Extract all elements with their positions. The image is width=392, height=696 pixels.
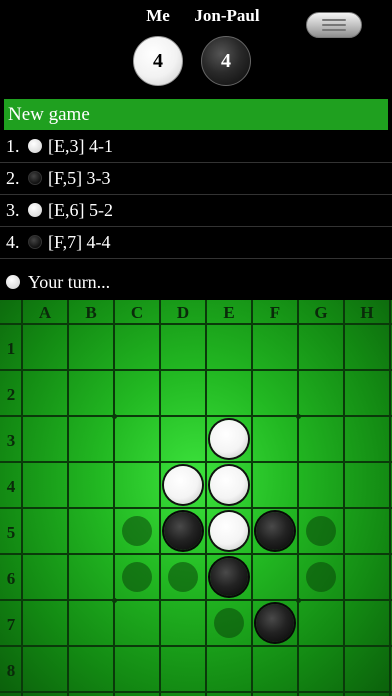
column-label: H <box>360 303 374 322</box>
move-text: [E,3] 4-1 <box>48 136 113 156</box>
grid-line <box>159 300 161 696</box>
move-text: [F,7] 4-4 <box>48 232 111 252</box>
grid-line <box>0 461 392 463</box>
grid-line <box>0 507 392 509</box>
row-label: 5 <box>6 523 16 542</box>
grid-line <box>389 300 391 696</box>
white-piece <box>210 420 248 458</box>
move-history: New game 1. [E,3] 4-1 2. [F,5] 3-3 3. [E… <box>0 96 392 300</box>
board-star-point <box>112 414 117 419</box>
menu-button[interactable] <box>306 12 362 38</box>
hamburger-menu-icon <box>322 19 346 21</box>
board-star-point <box>296 598 301 603</box>
black-piece <box>256 512 294 550</box>
black-piece <box>210 558 248 596</box>
grid-line <box>0 645 392 647</box>
grid-line <box>0 599 392 601</box>
grid-line <box>0 323 392 325</box>
valid-move-hint[interactable] <box>122 562 152 592</box>
grid-line <box>67 300 69 696</box>
move-row[interactable]: 2. [F,5] 3-3 <box>6 163 111 193</box>
white-piece <box>210 512 248 550</box>
row-label: 2 <box>6 385 16 404</box>
move-number: 1. <box>6 136 20 156</box>
board-star-point <box>296 414 301 419</box>
score-header: Me Jon-Paul 4 4 <box>0 0 392 96</box>
new-game-button[interactable]: New game <box>4 99 388 130</box>
move-number: 4. <box>6 232 20 252</box>
column-label: B <box>85 303 97 322</box>
white-disc-icon <box>28 203 42 217</box>
player-me-score: 4 <box>133 36 183 86</box>
game-board[interactable]: A B C D E F G H 1 2 3 4 5 6 7 8 <box>0 300 392 696</box>
grid-line <box>297 300 299 696</box>
grid-line <box>0 369 392 371</box>
black-piece <box>256 604 294 642</box>
valid-move-hint[interactable] <box>306 562 336 592</box>
white-disc-icon <box>28 139 42 153</box>
black-disc-icon <box>28 171 42 185</box>
turn-status-text: Your turn... <box>28 272 111 292</box>
row-label: 1 <box>6 339 16 358</box>
white-piece <box>210 466 248 504</box>
move-number: 3. <box>6 200 20 220</box>
column-label: C <box>130 303 144 322</box>
column-label: G <box>314 303 328 322</box>
valid-move-hint[interactable] <box>122 516 152 546</box>
grid-line <box>0 691 392 693</box>
grid-line <box>0 415 392 417</box>
player-me-name: Me <box>146 6 170 25</box>
column-label: E <box>223 303 235 322</box>
move-text: [E,6] 5-2 <box>48 200 113 220</box>
valid-move-hint[interactable] <box>168 562 198 592</box>
grid-line <box>21 300 23 696</box>
move-row[interactable]: 4. [F,7] 4-4 <box>6 227 111 257</box>
column-label: A <box>38 303 52 322</box>
move-number: 2. <box>6 168 20 188</box>
grid-line <box>251 300 253 696</box>
valid-move-hint[interactable] <box>214 608 244 638</box>
row-label: 8 <box>6 661 16 680</box>
turn-status: Your turn... <box>6 267 110 297</box>
player-opponent-score: 4 <box>201 36 251 86</box>
row-label: 7 <box>6 615 16 634</box>
board-star-point <box>112 598 117 603</box>
move-row[interactable]: 3. [E,6] 5-2 <box>6 195 113 225</box>
white-disc-icon <box>6 275 20 289</box>
grid-line <box>343 300 345 696</box>
black-disc-icon <box>28 235 42 249</box>
row-label: 3 <box>6 431 16 450</box>
valid-move-hint[interactable] <box>306 516 336 546</box>
grid-line <box>0 553 392 555</box>
column-label: D <box>176 303 190 322</box>
move-row[interactable]: 1. [E,3] 4-1 <box>6 131 113 161</box>
grid-line <box>205 300 207 696</box>
move-text: [F,5] 3-3 <box>48 168 111 188</box>
grid-line <box>113 300 115 696</box>
divider <box>0 258 392 259</box>
player-opponent-name: Jon-Paul <box>194 6 260 25</box>
row-label: 6 <box>6 569 16 588</box>
black-piece <box>164 512 202 550</box>
row-label: 4 <box>6 477 16 496</box>
white-piece <box>164 466 202 504</box>
column-label: F <box>269 303 281 322</box>
